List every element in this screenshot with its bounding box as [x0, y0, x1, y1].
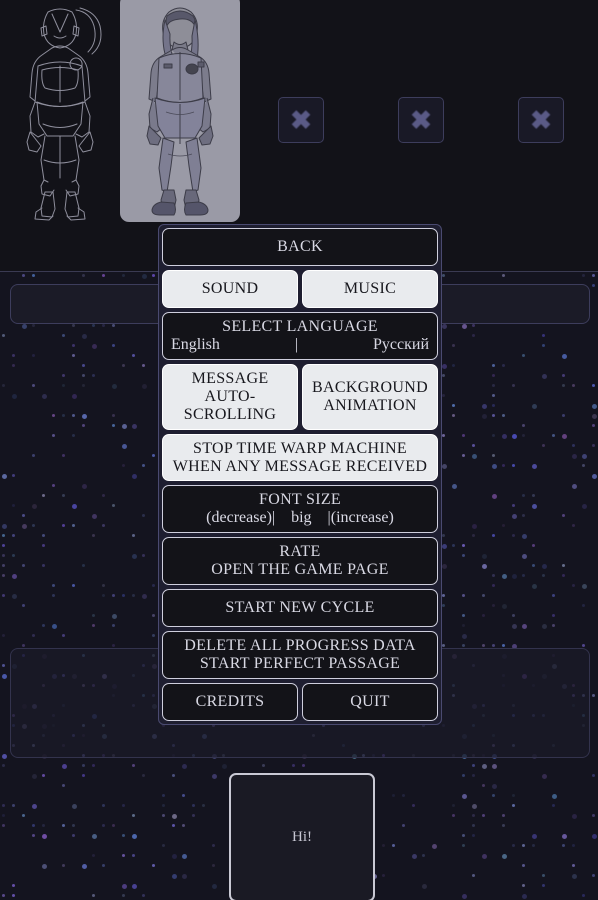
character-empty-slot-3[interactable]: ✖: [518, 97, 564, 143]
character-empty-slot-1[interactable]: ✖: [278, 97, 324, 143]
rate-game-button[interactable]: RATE OPEN THE GAME PAGE: [162, 537, 438, 586]
font-size-current: big: [291, 509, 312, 527]
credits-button[interactable]: CREDITS: [162, 682, 298, 721]
font-size-increase[interactable]: |(increase): [328, 509, 394, 527]
font-size-control[interactable]: FONT SIZE (decrease)| big |(increase): [162, 485, 438, 534]
x-mark-icon: ✖: [410, 105, 432, 135]
character-empty-slot-2[interactable]: ✖: [398, 97, 444, 143]
start-new-cycle-button[interactable]: START NEW CYCLE: [162, 589, 438, 628]
character-portrait-female-icon: [146, 7, 214, 216]
sound-toggle-button[interactable]: SOUND: [162, 270, 298, 308]
x-mark-icon: ✖: [290, 105, 312, 135]
character-outline-male-icon: [26, 7, 102, 221]
font-size-decrease[interactable]: (decrease)|: [206, 509, 275, 527]
back-button[interactable]: BACK: [162, 228, 438, 266]
language-russian[interactable]: Русский: [373, 336, 429, 354]
stop-time-warp-toggle[interactable]: STOP TIME WARP MACHINE WHEN ANY MESSAGE …: [162, 433, 438, 482]
background-animation-toggle[interactable]: BACKGROUND ANIMATION: [302, 363, 438, 430]
message-box-text: Hi!: [292, 829, 312, 845]
delete-progress-button[interactable]: DELETE ALL PROGRESS DATA START PERFECT P…: [162, 631, 438, 679]
message-auto-scrolling-toggle[interactable]: MESSAGE AUTO-SCROLLING: [162, 363, 298, 430]
character-slot-outline-male[interactable]: [8, 4, 112, 222]
settings-menu: BACK SOUND MUSIC SELECT LANGUAGE English…: [158, 224, 442, 725]
character-slot-portrait-female[interactable]: [120, 0, 240, 222]
language-options: English | Русский: [167, 336, 433, 354]
font-size-options: (decrease)| big |(increase): [167, 509, 433, 527]
x-mark-icon: ✖: [530, 105, 552, 135]
message-box[interactable]: Hi!: [229, 773, 375, 900]
quit-button[interactable]: QUIT: [302, 682, 438, 721]
select-language-button[interactable]: SELECT LANGUAGE English | Русский: [162, 312, 438, 360]
music-toggle-button[interactable]: MUSIC: [302, 270, 438, 308]
language-english[interactable]: English: [171, 336, 220, 354]
language-separator: |: [294, 335, 299, 353]
